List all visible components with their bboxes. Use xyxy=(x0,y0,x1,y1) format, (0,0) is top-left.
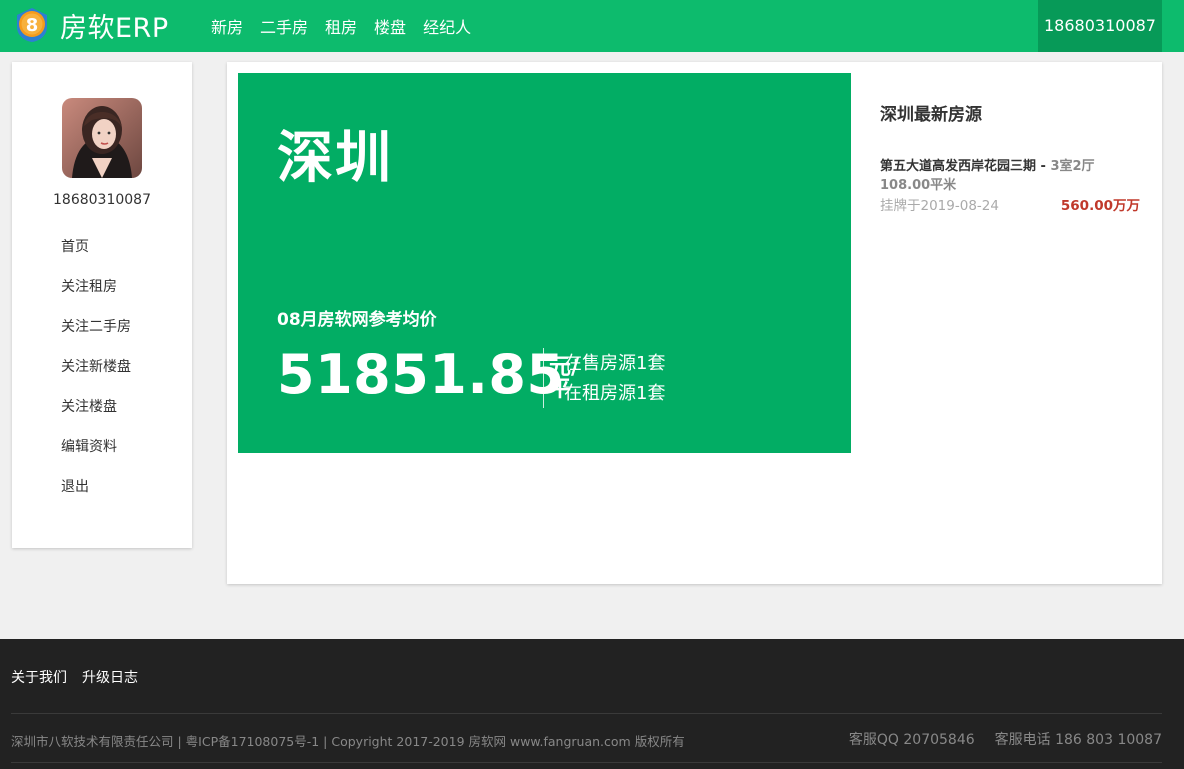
footer-link-changelog[interactable]: 升级日志 xyxy=(82,667,138,687)
main-nav: 新房 二手房 租房 楼盘 经纪人 xyxy=(211,14,471,38)
nav-second-hand[interactable]: 二手房 xyxy=(260,14,308,38)
main-panel: 深圳 08月房软网参考均价 51851.85 元/平 在售房源1套 在租房源1套… xyxy=(227,62,1162,584)
listing-name[interactable]: 第五大道高发西岸花园三期 - xyxy=(880,159,1050,174)
brand-name[interactable]: 房软ERP xyxy=(60,6,169,45)
for-sale-count[interactable]: 在售房源1套 xyxy=(564,349,665,379)
nav-rent[interactable]: 租房 xyxy=(325,14,357,38)
support-qq: 客服QQ 20705846 xyxy=(848,732,975,748)
average-price: 51851.85 xyxy=(277,343,565,406)
latest-listings-title: 深圳最新房源 xyxy=(880,105,982,125)
sidebar-item-followed-second-hand[interactable]: 关注二手房 xyxy=(61,316,131,356)
sidebar-user-phone: 18680310087 xyxy=(53,192,151,208)
list-item[interactable]: 第五大道高发西岸花园三期 - 3室2厅 108.00平米 挂牌于2019-08-… xyxy=(880,155,1140,214)
price-subtitle: 08月房软网参考均价 xyxy=(277,310,437,330)
sidebar-item-logout[interactable]: 退出 xyxy=(61,476,131,516)
sidebar-item-followed-estates[interactable]: 关注楼盘 xyxy=(61,396,131,436)
sidebar-menu: 首页 关注租房 关注二手房 关注新楼盘 关注楼盘 编辑资料 退出 xyxy=(61,236,131,516)
city-price-banner: 深圳 08月房软网参考均价 51851.85 元/平 在售房源1套 在租房源1套 xyxy=(238,73,851,453)
footer-links: 关于我们 升级日志 xyxy=(11,667,138,687)
listing-rooms: 3室2厅 xyxy=(1050,159,1095,174)
sidebar-item-followed-rent[interactable]: 关注租房 xyxy=(61,276,131,316)
for-rent-count[interactable]: 在租房源1套 xyxy=(564,379,665,409)
price-divider xyxy=(543,348,544,408)
footer-link-about[interactable]: 关于我们 xyxy=(11,667,67,687)
page-footer: 关于我们 升级日志 深圳市八软技术有限责任公司 | 粤ICP备17108075号… xyxy=(0,639,1184,769)
logo-digit: 8 xyxy=(26,15,39,36)
sidebar-item-followed-new-estates[interactable]: 关注新楼盘 xyxy=(61,356,131,396)
city-name: 深圳 xyxy=(277,126,393,191)
footer-copyright: 深圳市八软技术有限责任公司 | 粤ICP备17108075号-1 | Copyr… xyxy=(11,734,685,749)
footer-divider xyxy=(11,713,1162,714)
avatar[interactable] xyxy=(62,98,142,178)
listing-price: 560.00万万 xyxy=(1060,198,1140,214)
footer-contact: 客服QQ 20705846 客服电话 186 803 10087 xyxy=(849,729,1162,749)
footer-divider-bottom xyxy=(11,762,1162,763)
support-phone: 客服电话 186 803 10087 xyxy=(994,732,1162,748)
listing-stats: 在售房源1套 在租房源1套 xyxy=(564,349,665,409)
user-sidebar: 18680310087 首页 关注租房 关注二手房 关注新楼盘 关注楼盘 编辑资… xyxy=(12,62,192,548)
nav-agents[interactable]: 经纪人 xyxy=(423,14,471,38)
user-account-button[interactable]: 18680310087 xyxy=(1038,0,1162,52)
latest-listings: 深圳最新房源 第五大道高发西岸花园三期 - 3室2厅 108.00平米 挂牌于2… xyxy=(880,100,1140,214)
listing-date: 挂牌于2019-08-24 xyxy=(880,198,999,214)
top-navbar: 8 房软ERP 新房 二手房 租房 楼盘 经纪人 18680310087 xyxy=(0,0,1184,52)
brand-logo-icon[interactable]: 8 xyxy=(14,7,50,43)
sidebar-item-edit-profile[interactable]: 编辑资料 xyxy=(61,436,131,476)
nav-new-house[interactable]: 新房 xyxy=(211,14,243,38)
nav-estates[interactable]: 楼盘 xyxy=(374,14,406,38)
listing-area: 108.00平米 xyxy=(880,178,957,193)
sidebar-item-home[interactable]: 首页 xyxy=(61,236,131,276)
